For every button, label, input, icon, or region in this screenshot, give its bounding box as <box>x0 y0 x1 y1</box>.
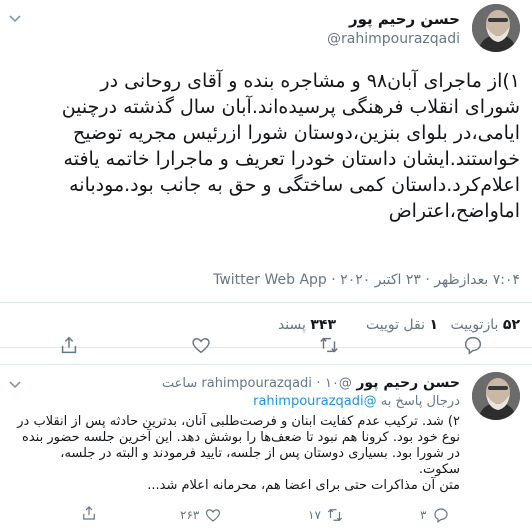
tweet-line: ۱)از ماجرای آبان۹۸ و مشاجره بنده و آقای … <box>100 70 520 92</box>
chevron-down-icon[interactable] <box>8 378 24 394</box>
reply-line: ۲) شد. ترکیب عدم کفایت ابنان و فرصت‌طلبی… <box>17 414 460 429</box>
author-name[interactable]: حسن رحیم پور <box>349 10 460 28</box>
replying-handle-link[interactable]: @rahimpourazqadi <box>253 394 377 409</box>
avatar-portrait <box>472 372 520 420</box>
tweet-line: اعلام‌کرد.داستان کمی ساختگی و حق به جانب… <box>69 174 520 196</box>
reply-action-like[interactable]: ۲۶۳ <box>180 504 222 524</box>
tweet-line: شورای انقلاب فرهنگی پرسیده‌اند.آبان سال … <box>61 96 520 118</box>
replying-to: درجال پاسخ به @rahimpourazqadi <box>253 394 460 409</box>
author-handle[interactable]: @rahimpourazqadi <box>327 31 460 47</box>
reply-line: نوع خود بود. کرونا هم نبود تا ضعف‌ها را … <box>22 430 460 445</box>
tweet-timestamp[interactable]: ۷:۰۴ بعدازظهر · ۲۳ اکتبر ۲۰۲۰ · Twitter … <box>213 272 520 288</box>
reply-retweet-count: ۱۷ <box>308 508 321 522</box>
author-avatar[interactable] <box>472 4 520 52</box>
divider <box>0 302 532 303</box>
tweet-text: ۱)از ماجرای آبان۹۸ و مشاجره بنده و آقای … <box>8 68 520 224</box>
reply-count: ۳ <box>420 508 427 522</box>
reply-line: متن آن مذاکرات حتی برای اعضا هم، محرمانه… <box>147 478 460 493</box>
replying-prefix: درجال پاسخ به <box>380 394 460 409</box>
reply-author-name[interactable]: حسن رحیم پور <box>356 375 460 391</box>
share-icon[interactable] <box>58 334 80 360</box>
like-count: ۳۴۳ <box>310 317 336 333</box>
retweet-stat[interactable]: ۵۲ بازتوییت <box>451 317 520 333</box>
tweet-line: ایامی،در بلوای بنزین،دوستان شورا ازرئیس … <box>72 122 520 144</box>
retweet-icon[interactable] <box>318 334 340 360</box>
reply-action-retweet[interactable]: ۱۷ <box>308 504 344 524</box>
like-stat[interactable]: ۳۴۳ پسند <box>278 317 336 333</box>
reply-author-avatar[interactable] <box>472 372 520 420</box>
tweet-line: اماواضح،اعتراض <box>388 200 520 222</box>
reply-header: حسن رحیم پور @rahimpourazqadi · ۱۰ ساعت <box>161 375 460 391</box>
quote-label: نقل‌ توییت <box>365 317 425 333</box>
retweet-icon[interactable] <box>326 506 344 524</box>
share-icon[interactable] <box>80 504 98 522</box>
like-icon[interactable] <box>190 334 212 360</box>
reply-icon[interactable] <box>462 334 484 360</box>
reply-line: سکوت. <box>418 462 460 477</box>
reply-action-share[interactable] <box>80 504 98 526</box>
reply-line: در شورا بود. بسیاری دوستان پس از جلسه، ت… <box>60 446 460 461</box>
reply-like-count: ۲۶۳ <box>180 508 200 522</box>
reply-icon[interactable] <box>432 506 450 524</box>
quote-count: ۱ <box>429 317 438 333</box>
retweet-label: بازتوییت <box>450 317 499 333</box>
quote-stat[interactable]: ۱ نقل‌ توییت <box>366 317 438 333</box>
like-label: پسند <box>277 317 306 333</box>
chevron-down-icon[interactable] <box>8 12 24 28</box>
divider <box>0 364 532 365</box>
avatar-portrait <box>472 4 520 52</box>
like-icon[interactable] <box>204 506 222 524</box>
reply-text: ۲) شد. ترکیب عدم کفایت ابنان و فرصت‌طلبی… <box>8 414 460 494</box>
retweet-count: ۵۲ <box>502 317 520 333</box>
reply-action-reply[interactable]: ۳ <box>420 504 450 524</box>
tweet-line: خواستند.ایشان داستان خودرا تعریف و ماجرا… <box>63 148 520 170</box>
